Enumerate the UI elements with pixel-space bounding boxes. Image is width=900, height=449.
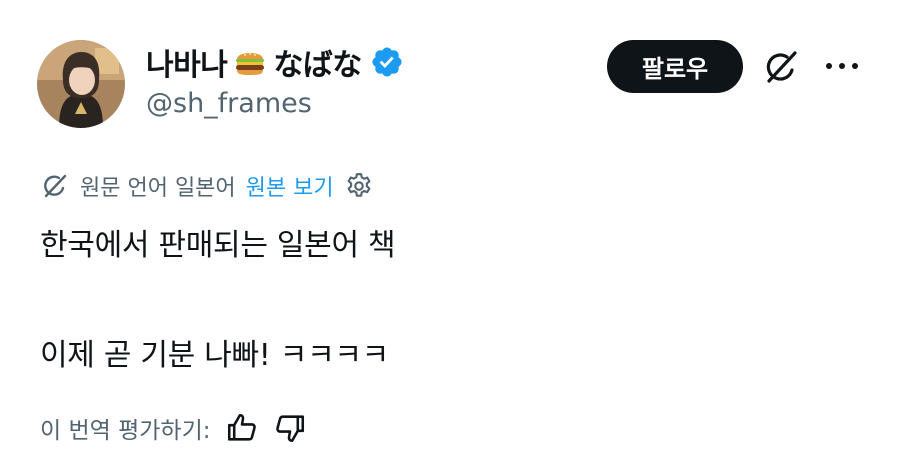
- gear-icon[interactable]: [344, 171, 374, 201]
- more-icon[interactable]: [822, 48, 862, 84]
- thumbs-up-icon[interactable]: [225, 411, 259, 445]
- dot: [852, 63, 858, 69]
- author-handle[interactable]: @sh_frames: [146, 88, 312, 119]
- grok-translate-icon: [44, 174, 67, 198]
- translation-rating: 이 번역 평가하기:: [40, 408, 307, 448]
- avatar[interactable]: [37, 40, 125, 128]
- author-display-name-suffix[interactable]: なばな: [273, 40, 362, 84]
- translation-bar: 원문 언어 일본어 원본 보기: [40, 167, 374, 205]
- show-original-link[interactable]: 원본 보기: [246, 170, 334, 202]
- burger-emoji: [233, 45, 267, 79]
- tweet-text-line: 한국에서 판매되는 일본어 책: [40, 228, 396, 263]
- tweet-text-line: 이제 곧 기분 나빠! ㅋㅋㅋㅋ: [40, 338, 389, 373]
- grok-icon[interactable]: [760, 46, 802, 88]
- author-name-row[interactable]: 나바나 なばな: [146, 40, 404, 84]
- rating-prompt: 이 번역 평가하기:: [40, 418, 211, 444]
- verified-badge-icon: [372, 47, 402, 77]
- dot: [839, 63, 845, 69]
- thumbs-down-icon[interactable]: [273, 411, 307, 445]
- translation-info: 원문 언어 일본어: [80, 176, 236, 201]
- dot: [826, 63, 832, 69]
- author-display-name[interactable]: 나바나: [146, 40, 228, 84]
- follow-button[interactable]: 팔로우: [607, 40, 743, 93]
